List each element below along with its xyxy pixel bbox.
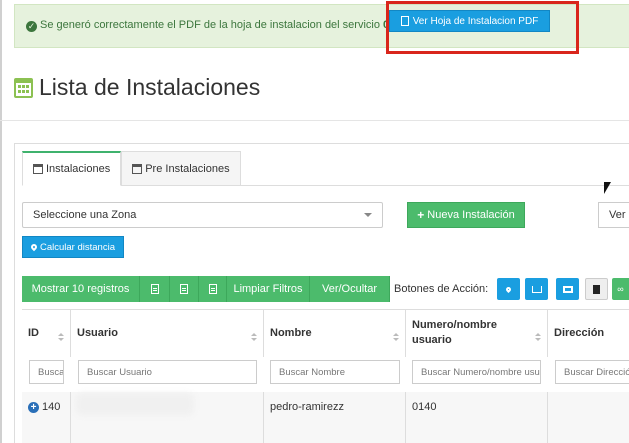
ver-select[interactable]: Ver <box>598 202 629 228</box>
calculate-distance-label: Calcular distancia <box>40 241 115 253</box>
print-button[interactable] <box>199 276 227 302</box>
filter-direccion-placeholder: Buscar Dirección <box>564 366 629 378</box>
table-cell-id: +140 <box>22 392 71 443</box>
excel-icon <box>180 284 188 294</box>
map-marker-icon <box>504 285 513 293</box>
col-numero-label: Numero/nombre usuario <box>412 319 497 346</box>
col-nombre-header[interactable]: Nombre <box>264 309 406 357</box>
chevron-down-icon <box>364 213 372 217</box>
divider <box>0 120 629 121</box>
toggle-columns-button[interactable]: Ver/Ocultar <box>310 276 390 302</box>
show-records-label: Mostrar 10 registros <box>31 283 130 295</box>
table-cell-direccion <box>548 392 629 443</box>
col-direccion-label: Dirección <box>554 327 605 339</box>
calculate-distance-button[interactable]: Calcular distancia <box>22 236 124 258</box>
ver-label: Ver <box>609 209 626 221</box>
row-nombre: pedro-ramirezz <box>270 401 344 413</box>
expand-row-icon[interactable]: + <box>28 402 39 413</box>
calendar-icon <box>132 163 143 174</box>
filter-nombre-input[interactable]: Buscar Nombre <box>270 360 400 384</box>
highlight-box <box>386 1 579 54</box>
tab-label: Pre Instalaciones <box>145 162 230 175</box>
redacted-user <box>76 393 194 415</box>
link-icon: ∞ <box>617 284 624 294</box>
plus-icon: + <box>417 208 425 222</box>
filter-numero-placeholder: Buscar Numero/nombre usuario <box>421 366 540 378</box>
filter-direccion-input[interactable]: Buscar Dirección <box>555 360 629 384</box>
col-nombre-label: Nombre <box>270 327 312 339</box>
alert-message: ✓ Se generó correctamente el PDF de la ho… <box>26 19 411 32</box>
filter-id-placeholder: Buscar ID <box>38 366 64 378</box>
clear-filters-button[interactable]: Limpiar Filtros <box>227 276 310 302</box>
check-circle-icon: ✓ <box>26 21 37 32</box>
toggle-columns-label: Ver/Ocultar <box>321 283 378 295</box>
filter-numero-input[interactable]: Buscar Numero/nombre usuario <box>412 360 541 384</box>
col-id-label: ID <box>28 327 39 339</box>
actions-label: Botones de Acción: <box>394 283 489 295</box>
sitemap-icon <box>531 285 542 293</box>
filter-usuario-placeholder: Buscar Usuario <box>87 366 152 378</box>
calendar-icon <box>33 164 43 174</box>
tab-bar: Instalaciones Pre Instalaciones <box>22 151 241 186</box>
document-icon <box>208 284 217 294</box>
filter-nombre-placeholder: Buscar Nombre <box>279 366 345 378</box>
col-direccion-header[interactable]: Dirección <box>548 309 629 357</box>
zone-select-value: Seleccione una Zona <box>33 209 137 221</box>
copy-button[interactable] <box>140 276 170 302</box>
link-action-button[interactable]: ∞ <box>612 278 629 300</box>
calendar-icon <box>14 77 33 98</box>
map-marker-icon <box>29 242 39 252</box>
col-usuario-label: Usuario <box>77 327 118 339</box>
table-cell-numero: 0140 <box>406 392 548 443</box>
clear-filters-label: Limpiar Filtros <box>233 283 303 295</box>
page-title: Lista de Instalaciones <box>14 74 260 101</box>
col-numero-header[interactable]: Numero/nombre usuario <box>406 309 548 357</box>
sitemap-action-button[interactable] <box>525 278 548 300</box>
page-title-text: Lista de Instalaciones <box>39 74 261 100</box>
new-installation-label: Nueva Instalación <box>427 209 515 221</box>
map-action-button[interactable] <box>497 278 520 300</box>
filter-usuario-input[interactable]: Buscar Usuario <box>78 360 257 384</box>
col-id-header[interactable]: ID <box>22 309 71 357</box>
server-action-button[interactable] <box>556 278 579 300</box>
alert-text: Se generó correctamente el PDF de la hoj… <box>40 19 380 31</box>
row-numero: 0140 <box>412 401 437 413</box>
zone-select[interactable]: Seleccione una Zona <box>22 202 383 228</box>
new-installation-button[interactable]: + Nueva Instalación <box>407 202 525 228</box>
col-usuario-header[interactable]: Usuario <box>71 309 264 357</box>
table-toolbar: Mostrar 10 registros Limpiar Filtros Ver… <box>22 276 390 302</box>
show-records-button[interactable]: Mostrar 10 registros <box>22 276 140 302</box>
tab-label: Instalaciones <box>46 163 111 175</box>
file-action-button[interactable] <box>585 278 608 300</box>
file-icon <box>593 284 600 294</box>
mouse-cursor-icon <box>604 182 611 194</box>
row-id: 140 <box>42 401 61 413</box>
tab-instalaciones[interactable]: Instalaciones <box>22 151 122 186</box>
copy-icon <box>150 284 159 294</box>
excel-button[interactable] <box>170 276 199 302</box>
window-edge <box>0 0 2 443</box>
server-icon <box>562 285 573 293</box>
tab-pre-instalaciones[interactable]: Pre Instalaciones <box>121 151 241 186</box>
table-cell-nombre: pedro-ramirezz <box>264 392 406 443</box>
filter-id-input[interactable]: Buscar ID <box>29 360 64 384</box>
